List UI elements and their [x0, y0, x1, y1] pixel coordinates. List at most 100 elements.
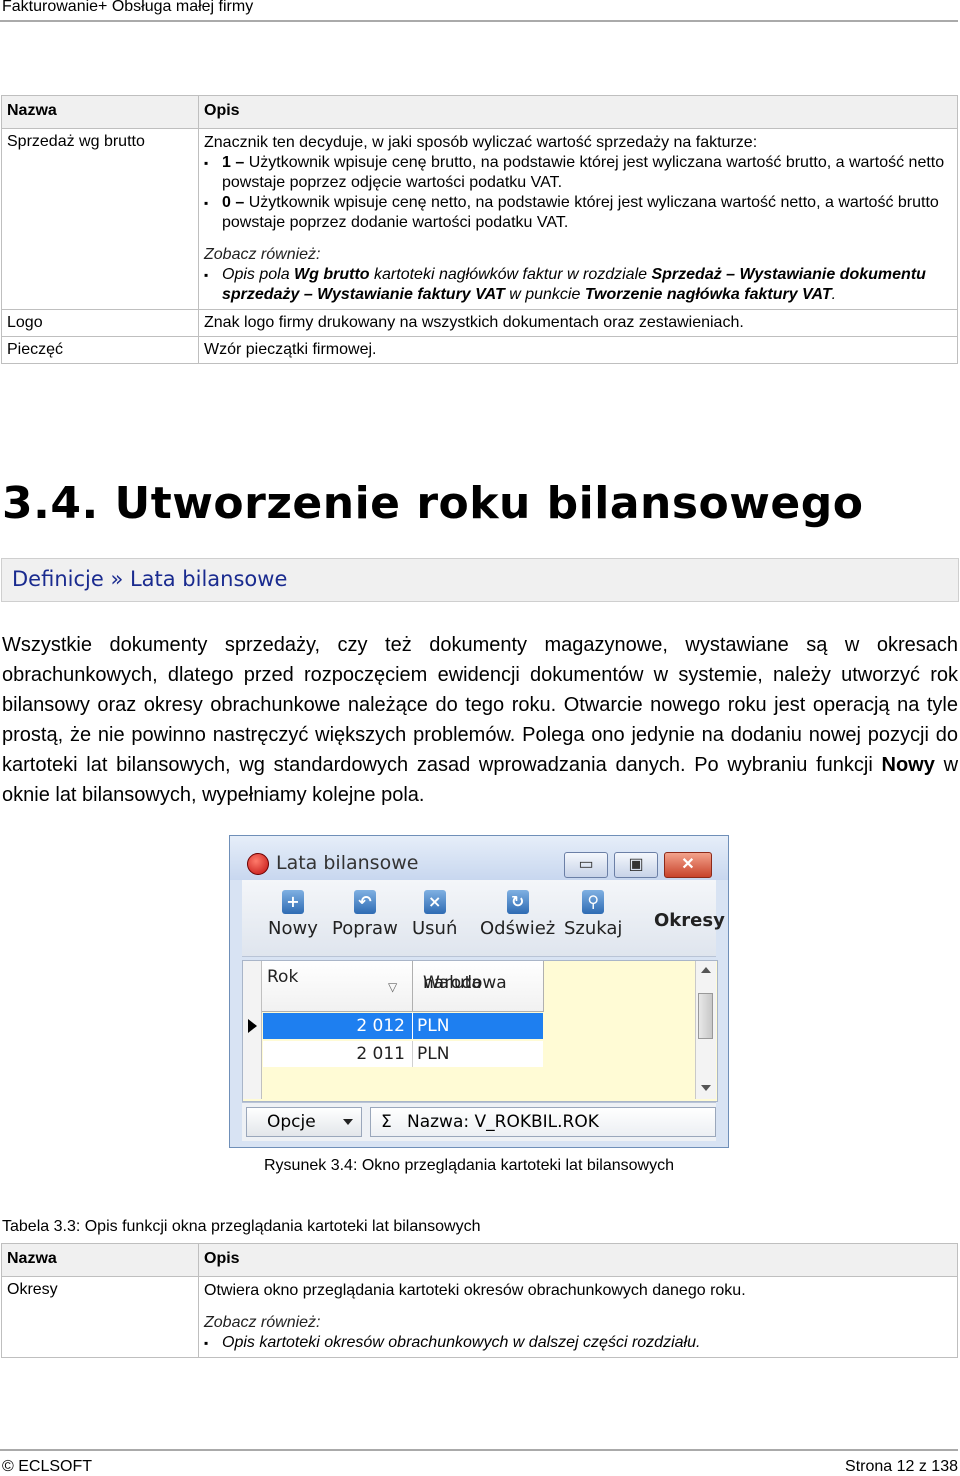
delete-icon: ×: [423, 890, 446, 914]
button-label: Popraw: [332, 918, 398, 939]
year-cell: 2 011: [356, 1044, 405, 1064]
footer-divider: [0, 1449, 958, 1451]
close-button[interactable]: ✕: [664, 852, 712, 878]
table-caption: Tabela 3.3: Opis funkcji okna przeglądan…: [2, 1218, 481, 1235]
col-header-desc: Opis: [198, 95, 958, 129]
col-label: Rok: [267, 967, 299, 987]
add-icon: +: [281, 890, 304, 914]
see-text: .: [831, 286, 837, 303]
footer-page-number: Strona 12 z 138: [845, 1458, 958, 1475]
sort-name-field[interactable]: Σ Nazwa: V_ROKBIL.ROK: [370, 1107, 716, 1137]
scroll-down-icon[interactable]: [701, 1085, 711, 1091]
bullet-text: Użytkownik wpisuje cenę netto, na podsta…: [222, 194, 939, 231]
vertical-scrollbar[interactable]: [695, 961, 716, 1099]
footer-copyright: © ECLSOFT: [2, 1458, 93, 1475]
edit-icon: ↶: [353, 890, 376, 914]
see-also-list: Opis pola Wg brutto kartoteki nagłówków …: [204, 265, 952, 305]
figure-caption: Rysunek 3.4: Okno przeglądania kartoteki…: [264, 1157, 674, 1174]
row-desc: Znak logo firmy drukowany na wszystkich …: [198, 309, 958, 337]
section-heading: 3.4. Utworzenie roku bilansowego: [2, 478, 864, 529]
body-paragraph: Wszystkie dokumenty sprzedaży, czy też d…: [2, 630, 958, 810]
popraw-button[interactable]: ↶ Popraw: [332, 890, 398, 939]
see-link[interactable]: Tworzenie nagłówka faktury VAT: [585, 286, 832, 303]
row-desc: Otwiera okno przeglądania kartoteki okre…: [198, 1276, 958, 1358]
window-statusbar: Opcje Σ Nazwa: V_ROKBIL.ROK: [242, 1102, 716, 1141]
see-also-list: Opis kartoteki okresów obrachunkowych w …: [204, 1333, 952, 1353]
cell-divider: [412, 1041, 413, 1067]
row-desc: Wzór pieczątki firmowej.: [198, 336, 958, 364]
see-also-label: Zobacz również:: [204, 1314, 321, 1331]
odswiez-button[interactable]: ↻ Odśwież: [480, 890, 555, 939]
toolbar: + Nowy ↶ Popraw × Usuń ↻ Odśwież ⚲ Szukaj Okr…: [242, 880, 725, 957]
col-header-name: Nazwa: [1, 1243, 199, 1277]
para-bold: Nowy: [881, 754, 935, 776]
list-item: 1 – Użytkownik wpisuje cenę brutto, na p…: [204, 153, 952, 193]
years-grid: Rok ▽ Waluta narodowa 2 012 PLN 2 011 PLN: [242, 960, 718, 1102]
refresh-icon: ↻: [506, 890, 529, 914]
page-header-title: Fakturowanie+ Obsługa małej firmy: [2, 0, 254, 15]
currency-cell: PLN: [417, 1016, 450, 1036]
scroll-thumb[interactable]: [698, 993, 713, 1039]
lata-bilansowe-window: Lata bilansowe ▭ ▣ ✕ + Nowy ↶ Popraw × Usuń…: [229, 835, 729, 1148]
desc-intro: Znacznik ten decyduje, w jaki sposób wyl…: [204, 134, 758, 151]
minimize-button[interactable]: ▭: [564, 852, 608, 878]
nowy-button[interactable]: + Nowy: [268, 890, 318, 939]
list-item: Opis pola Wg brutto kartoteki nagłówków …: [204, 265, 952, 305]
see-text: kartoteki nagłówków faktur w rozdziale: [369, 266, 652, 283]
okresy-button[interactable]: Okresy: [654, 910, 725, 931]
sum-icon: Σ: [381, 1112, 392, 1132]
search-icon: ⚲: [582, 890, 605, 914]
minimize-icon: ▭: [578, 856, 594, 873]
col-header-rok[interactable]: Rok ▽: [262, 961, 413, 1012]
table-row: Okresy Otwiera okno przeglądania kartote…: [1, 1276, 958, 1358]
list-item: 0 – Użytkownik wpisuje cenę netto, na po…: [204, 193, 952, 233]
header-divider: [0, 20, 958, 22]
table-row[interactable]: 2 011 PLN: [263, 1041, 543, 1067]
cell-divider: [412, 1013, 413, 1039]
desc-text: Otwiera okno przeglądania kartoteki okre…: [204, 1282, 746, 1299]
app-icon: [247, 853, 269, 875]
fields-table: Nazwa Opis Sprzedaż wg brutto Znacznik t…: [1, 95, 958, 364]
close-icon: ✕: [681, 856, 695, 873]
see-link[interactable]: Wg brutto: [294, 266, 370, 283]
menu-path: Definicje » Lata bilansowe: [12, 567, 288, 591]
row-desc: Znacznik ten decyduje, w jaki sposób wyl…: [198, 128, 958, 310]
opcje-label: Opcje: [267, 1112, 316, 1132]
menu-path-box: Definicje » Lata bilansowe: [1, 558, 959, 602]
usun-button[interactable]: × Usuń: [412, 890, 457, 939]
col-header-name: Nazwa: [1, 95, 199, 129]
row-name: Sprzedaż wg brutto: [1, 128, 199, 310]
functions-table: Nazwa Opis Okresy Otwiera okno przegląda…: [1, 1243, 958, 1358]
year-cell: 2 012: [356, 1016, 405, 1036]
button-label: Nowy: [268, 918, 318, 939]
currency-cell: PLN: [417, 1044, 450, 1064]
bullet-key: 0 –: [222, 194, 245, 211]
sort-name-label: Nazwa: V_ROKBIL.ROK: [407, 1112, 599, 1132]
table-header-row: Nazwa Opis: [1, 95, 958, 129]
table-row: Pieczęć Wzór pieczątki firmowej.: [1, 336, 958, 364]
current-row-arrow-icon: [248, 1019, 257, 1033]
scroll-up-icon[interactable]: [701, 967, 711, 973]
maximize-icon: ▣: [628, 856, 644, 873]
szukaj-button[interactable]: ⚲ Szukaj: [564, 890, 622, 939]
bullet-list: 1 – Użytkownik wpisuje cenę brutto, na p…: [204, 153, 952, 233]
window-titlebar: Lata bilansowe ▭ ▣ ✕: [230, 836, 728, 880]
maximize-button[interactable]: ▣: [614, 852, 658, 878]
button-label: Odśwież: [480, 918, 556, 939]
table-row: Sprzedaż wg brutto Znacznik ten decyduje…: [1, 128, 958, 310]
opcje-dropdown[interactable]: Opcje: [246, 1107, 362, 1137]
col-label-line: narodowa: [423, 973, 507, 993]
row-name: Pieczęć: [1, 336, 199, 364]
row-name: Logo: [1, 309, 199, 337]
bullet-text: Użytkownik wpisuje cenę brutto, na podst…: [222, 154, 945, 191]
button-label: Szukaj: [564, 918, 623, 939]
window-title: Lata bilansowe: [276, 852, 419, 874]
col-header-waluta[interactable]: Waluta narodowa: [413, 961, 544, 1012]
list-item[interactable]: Opis kartoteki okresów obrachunkowych w …: [204, 1333, 952, 1353]
see-text: Opis pola: [222, 266, 295, 283]
chevron-down-icon: [343, 1119, 353, 1125]
bullet-key: 1 –: [222, 154, 245, 171]
table-row: Logo Znak logo firmy drukowany na wszyst…: [1, 309, 958, 337]
button-label: Usuń: [412, 918, 458, 939]
table-row[interactable]: 2 012 PLN: [263, 1013, 543, 1039]
